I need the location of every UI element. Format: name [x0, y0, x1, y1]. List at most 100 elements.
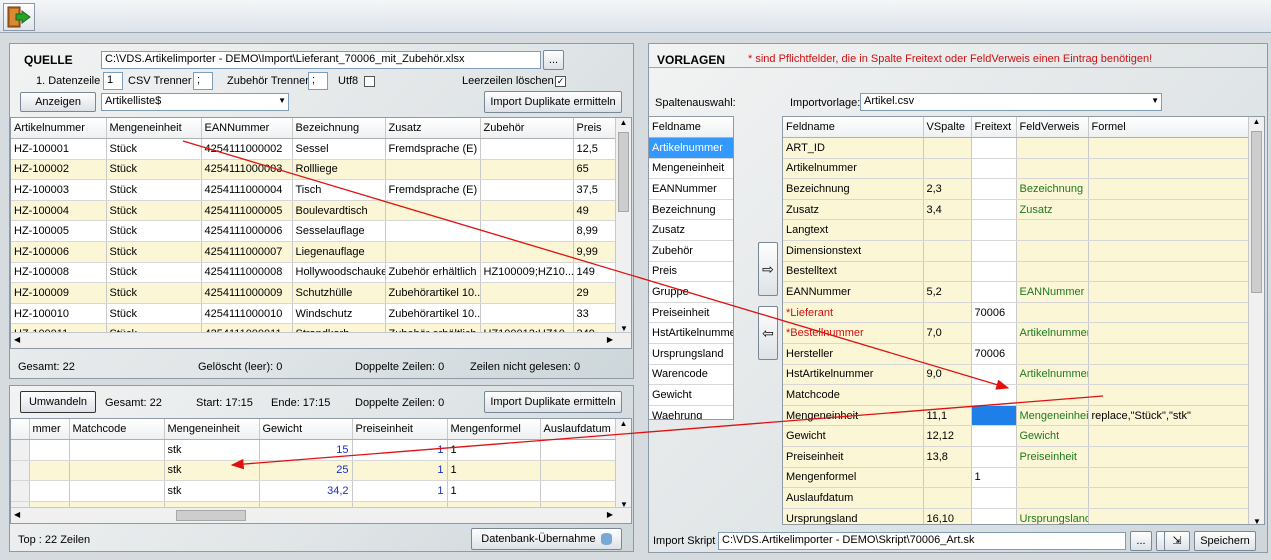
template-cell-feldname[interactable]: Ursprungsland [783, 508, 924, 524]
source-cell[interactable]: Fremdsprache (E) [385, 179, 481, 201]
scroll-up-icon[interactable]: ▲ [616, 419, 631, 428]
scroll-right-icon[interactable]: ▶ [607, 510, 613, 519]
table-row[interactable]: Zusatz 3,4 Zusatz [783, 199, 1250, 221]
template-cell-formel[interactable] [1088, 508, 1250, 524]
sheet-select[interactable]: Artikelliste$ ▼ [101, 93, 289, 111]
template-cell-feldverweis[interactable]: EANNummer [1016, 281, 1089, 303]
template-cell-feldverweis[interactable] [1016, 240, 1089, 262]
table-row[interactable]: HZ-100003 Stück 4254111000004 Tisch Fremdspr… [11, 179, 617, 201]
template-cell-feldname[interactable]: Langtext [783, 219, 924, 242]
template-cell-freitext[interactable] [971, 178, 1017, 200]
template-cell-feldverweis[interactable] [1016, 137, 1089, 159]
row-header[interactable] [11, 460, 30, 482]
table-row[interactable]: HZ-100009 Stück 4254111000009 Schutzhülle Zu… [11, 282, 617, 304]
template-cell-freitext[interactable] [971, 240, 1017, 262]
table-row[interactable]: Langtext [783, 219, 1250, 242]
template-cell-formel[interactable] [1088, 199, 1250, 221]
template-cell-formel[interactable] [1088, 322, 1250, 345]
source-cell[interactable]: Stück [106, 282, 202, 304]
template-cell-freitext[interactable] [971, 446, 1017, 468]
template-cell-formel[interactable] [1088, 487, 1250, 509]
template-cell-freitext[interactable] [971, 281, 1017, 303]
skript-browse-button[interactable]: ... [1130, 531, 1152, 551]
source-cell[interactable]: 4254111000007 [201, 241, 293, 263]
template-cell-feldverweis[interactable]: Mengeneinheit [1016, 405, 1089, 427]
table-row[interactable]: Artikelnummer [783, 158, 1250, 180]
template-cell-formel[interactable] [1088, 467, 1250, 489]
table-row[interactable]: stk 25 1 1 [11, 460, 617, 482]
field-list-item[interactable]: Preis [649, 261, 733, 283]
table-row[interactable]: HZ-100004 Stück 4254111000005 Boulevardtisc… [11, 200, 617, 222]
source-cell[interactable] [385, 220, 481, 243]
field-list-item[interactable]: EANNummer [649, 178, 733, 200]
source-cell[interactable]: 4254111000009 [201, 282, 293, 304]
template-cell-vspalte[interactable]: 5,2 [923, 281, 972, 303]
template-cell-vspalte[interactable]: 16,10 [923, 508, 972, 524]
template-vertical-scrollbar[interactable]: ▲ ▼ [1248, 117, 1264, 524]
converted-cell[interactable] [69, 439, 165, 461]
table-row[interactable]: Ursprungsland 16,10 Ursprungsland [783, 508, 1250, 524]
field-list-item[interactable]: Waehrung [649, 405, 733, 419]
converted-cell[interactable] [69, 460, 165, 482]
template-cell-feldverweis[interactable] [1016, 261, 1089, 283]
template-cell-formel[interactable] [1088, 446, 1250, 468]
source-column-header[interactable]: Zubehör [480, 118, 574, 140]
template-cell-feldname[interactable]: EANNummer [783, 281, 924, 303]
converted-horizontal-scrollbar[interactable]: ◀ ▶ [11, 507, 631, 523]
template-cell-vspalte[interactable] [923, 384, 972, 406]
source-cell[interactable]: 29 [573, 282, 617, 304]
field-list-item[interactable]: Mengeneinheit [649, 158, 733, 180]
field-list-item[interactable]: Gewicht [649, 384, 733, 406]
converted-cell[interactable]: stk [164, 460, 260, 482]
anzeigen-button[interactable]: Anzeigen [20, 92, 96, 112]
field-list-item[interactable]: Gruppe [649, 281, 733, 303]
speichern-button[interactable]: Speichern [1194, 531, 1256, 551]
scroll-left-icon[interactable]: ◀ [14, 510, 20, 519]
source-cell[interactable]: HZ-100008 [11, 262, 107, 284]
table-row[interactable]: HstArtikelnummer 9,0 Artikelnummer [783, 364, 1250, 386]
zubehoer-trenner-input[interactable]: ; [308, 72, 328, 90]
field-list-item[interactable]: Bezeichnung [649, 199, 733, 221]
exit-button[interactable] [3, 3, 35, 31]
table-row[interactable]: Gewicht 12,12 Gewicht [783, 425, 1250, 447]
source-column-header[interactable]: Bezeichnung [292, 118, 386, 140]
template-cell-formel[interactable]: replace,"Stück","stk" [1088, 405, 1250, 427]
template-column-header[interactable]: Freitext [971, 117, 1017, 139]
source-cell[interactable]: Windschutz [292, 303, 386, 325]
row-header[interactable] [11, 439, 30, 461]
converted-cell[interactable]: 1 [447, 480, 541, 502]
template-column-header[interactable]: Feldname [783, 117, 924, 139]
converted-column-header[interactable]: mmer [29, 419, 70, 441]
source-cell[interactable]: 37,5 [573, 179, 617, 201]
source-cell[interactable]: Stück [106, 220, 202, 243]
source-cell[interactable]: 33 [573, 303, 617, 325]
source-cell[interactable]: 4254111000002 [201, 138, 293, 160]
source-cell[interactable]: Stück [106, 303, 202, 325]
source-cell[interactable] [480, 138, 574, 160]
template-cell-freitext[interactable]: 70006 [971, 302, 1017, 324]
template-cell-feldname[interactable]: Dimensionstext [783, 240, 924, 262]
field-list-item[interactable]: Warencode [649, 364, 733, 386]
source-horizontal-scrollbar[interactable]: ◀ ▶ [11, 332, 631, 348]
table-row[interactable]: Mengeneinheit 11,1 Mengeneinheit replace,"S… [783, 405, 1250, 427]
template-cell-freitext[interactable] [971, 137, 1017, 159]
template-cell-feldname[interactable]: Hersteller [783, 343, 924, 365]
table-row[interactable]: HZ-100005 Stück 4254111000006 Sesselauflage… [11, 220, 617, 243]
source-cell[interactable]: 9,99 [573, 241, 617, 263]
template-cell-vspalte[interactable]: 13,8 [923, 446, 972, 468]
source-cell[interactable]: HZ-100006 [11, 241, 107, 263]
converted-column-header[interactable]: Auslaufdatum [540, 419, 617, 441]
converted-column-header[interactable]: Gewicht [259, 419, 353, 441]
source-cell[interactable]: Rollliege [292, 159, 386, 181]
source-cell[interactable]: Stück [106, 200, 202, 222]
template-cell-formel[interactable] [1088, 343, 1250, 365]
template-cell-feldname[interactable]: *Bestellnummer [783, 322, 924, 345]
table-row[interactable]: Hersteller 70006 [783, 343, 1250, 365]
converted-cell[interactable] [540, 480, 617, 502]
converted-cell[interactable]: 34,2 [259, 480, 353, 502]
converted-cell[interactable] [29, 480, 70, 502]
source-cell[interactable]: 4254111000003 [201, 159, 293, 181]
template-cell-vspalte[interactable]: 11,1 [923, 405, 972, 427]
source-cell[interactable] [480, 282, 574, 304]
source-cell[interactable]: Sesselauflage [292, 220, 386, 243]
